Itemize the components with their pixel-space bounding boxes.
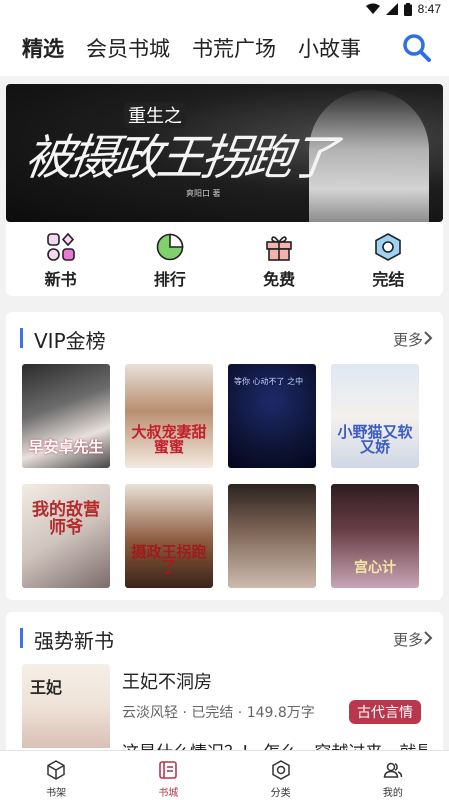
category-ranking[interactable]: 排行 <box>115 222 224 296</box>
bottom-tab-bar: 书架 书城 分类 我的 <box>0 750 449 800</box>
grid-shapes-icon <box>46 232 75 261</box>
wifi-icon <box>365 3 380 14</box>
category-new-books[interactable]: 新书 <box>6 222 115 296</box>
gift-icon <box>266 236 292 261</box>
top-nav: 精选 会员书城 书荒广场 小故事 <box>0 20 449 76</box>
chevron-right-icon[interactable] <box>423 631 433 645</box>
cover-title: 摄政王拐跑了 <box>131 542 207 577</box>
category-completed[interactable]: 完结 <box>334 222 443 296</box>
book-title: 王妃不洞房 <box>122 672 212 693</box>
book-cover-grid: 早安卓先生 大叔宠妻甜蜜蜜 等你 心动不了 之中 小野猫又软又娇 我的敌营师爷 … <box>22 364 429 588</box>
book-cover[interactable] <box>228 484 316 588</box>
status-icons: 8:47 <box>365 2 441 16</box>
tab-label: 书城 <box>158 788 179 799</box>
book-list-icon <box>159 761 178 779</box>
battery-icon <box>403 2 412 16</box>
book-cover[interactable]: 小野猫又软又娇 <box>331 364 419 468</box>
tab-bookshelf[interactable]: 书架 <box>0 751 112 800</box>
tab-label: 书架 <box>46 788 67 799</box>
hexagon-icon <box>375 233 402 261</box>
tab-categories[interactable]: 分类 <box>225 751 337 800</box>
genre-badge: 古代言情 <box>349 700 421 724</box>
cover-title: 宫心计 <box>354 560 396 577</box>
promo-banner[interactable]: 重生之 被摄政王拐跑了 爽阳口 著 <box>6 84 443 222</box>
category-label: 免费 <box>263 270 296 289</box>
cover-title: 我的敌营师爷 <box>32 500 100 538</box>
status-bar: 8:47 <box>0 0 449 20</box>
vip-ranking-section: VIP金榜 更多 早安卓先生 大叔宠妻甜蜜蜜 等你 心动不了 之中 小野猫又软又… <box>6 312 443 600</box>
section-title: VIP金榜 <box>34 329 106 353</box>
book-cover[interactable]: 宫心计 <box>331 484 419 588</box>
category-label: 新书 <box>44 270 77 289</box>
book-cover[interactable]: 摄政王拐跑了 <box>125 484 213 588</box>
hexagon-nut-icon <box>271 760 290 780</box>
new-books-section: 强势新书 更多 王妃 王妃不洞房 云淡风轻 · 已完结 · 149.8万字 古代… <box>6 612 443 763</box>
cover-title: 大叔宠妻甜蜜蜜 <box>131 422 207 457</box>
section-accent-bar <box>20 628 23 648</box>
section-header: VIP金榜 更多 <box>6 312 443 364</box>
category-free[interactable]: 免费 <box>225 222 334 296</box>
cover-title: 王妃 <box>30 678 63 697</box>
category-label: 完结 <box>372 270 405 289</box>
category-row: 新书 排行 免费 完结 <box>6 222 443 296</box>
book-cover[interactable]: 王妃 <box>22 664 110 748</box>
pie-chart-icon <box>156 233 184 261</box>
cover-title: 早安卓先生 <box>28 438 104 457</box>
book-meta: 云淡风轻 · 已完结 · 149.8万字 <box>122 705 315 721</box>
tab-member-store[interactable]: 会员书城 <box>86 33 170 63</box>
tab-short-stories[interactable]: 小故事 <box>298 33 361 63</box>
cell-signal-icon <box>385 3 398 15</box>
tab-bookstore[interactable]: 书城 <box>112 751 224 800</box>
book-cover[interactable]: 等你 心动不了 之中 <box>228 364 316 468</box>
section-header: 强势新书 更多 <box>6 612 443 664</box>
tab-book-square[interactable]: 书荒广场 <box>192 33 276 63</box>
more-link[interactable]: 更多 <box>393 329 423 350</box>
more-link[interactable]: 更多 <box>393 629 423 650</box>
search-icon[interactable] <box>401 32 433 64</box>
cover-title: 小野猫又软又娇 <box>337 422 413 457</box>
book-cover[interactable]: 我的敌营师爷 <box>22 484 110 588</box>
category-label: 排行 <box>153 270 186 289</box>
book-list-item[interactable]: 王妃 王妃不洞房 云淡风轻 · 已完结 · 149.8万字 古代言情 这是什么情… <box>22 664 427 763</box>
banner-card: 重生之 被摄政王拐跑了 爽阳口 著 新书 排行 免费 完结 <box>0 76 449 298</box>
tab-label: 我的 <box>382 788 403 799</box>
cover-title: 等你 心动不了 之中 <box>234 377 304 386</box>
banner-title: 被摄政王拐跑了 <box>21 130 338 186</box>
tab-featured[interactable]: 精选 <box>22 33 64 63</box>
tab-label: 分类 <box>270 788 291 799</box>
people-icon <box>383 762 403 778</box>
chevron-right-icon[interactable] <box>423 331 433 345</box>
book-cover[interactable]: 大叔宠妻甜蜜蜜 <box>125 364 213 468</box>
banner-author: 爽阳口 著 <box>186 189 221 198</box>
cube-icon <box>47 760 65 780</box>
section-title: 强势新书 <box>34 629 114 653</box>
section-accent-bar <box>20 328 23 348</box>
tab-profile[interactable]: 我的 <box>337 751 449 800</box>
status-time: 8:47 <box>417 2 441 16</box>
book-cover[interactable]: 早安卓先生 <box>22 364 110 468</box>
